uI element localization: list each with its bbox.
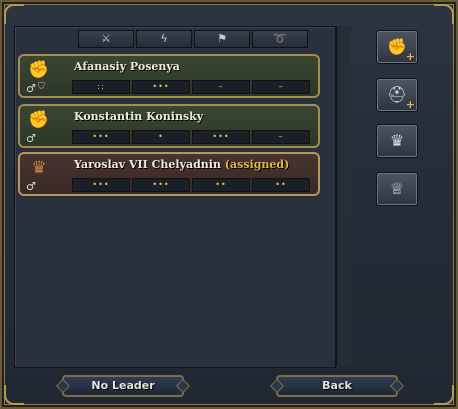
frame-corner [4, 385, 24, 405]
leader-name: Konstantin Koninsky [74, 110, 203, 123]
assigned-label: (assigned) [224, 158, 290, 171]
leader-stats: :: ••• – – [72, 80, 312, 94]
frame-corner [434, 385, 454, 405]
heir-leader-icon: ♕ [389, 179, 405, 198]
plus-icon: + [405, 50, 415, 63]
plus-icon: + [405, 98, 415, 111]
stat-siege: – [252, 80, 310, 94]
back-button[interactable]: Back [276, 375, 398, 397]
crown-gauntlet-icon: ♛ [31, 158, 47, 178]
flag-star-icon[interactable]: ⚑ [194, 30, 250, 48]
frame-corner [434, 4, 454, 24]
stat-shock: • [132, 130, 190, 144]
leader-row[interactable]: ✊ ♂ ⛉ Afanasiy Posenya :: ••• – – [18, 54, 320, 98]
heir-leader-button[interactable]: ♕ [376, 172, 418, 206]
leader-name-text: Konstantin Koninsky [74, 110, 204, 123]
male-icon: ♂ [26, 132, 36, 145]
recruit-general-button[interactable]: ✊ + [376, 30, 418, 64]
ruler-leader-button[interactable]: ♛ [376, 124, 418, 158]
gauntlet-icon: ✊ [28, 110, 50, 130]
male-icon: ♂ [26, 82, 36, 95]
no-leader-button[interactable]: No Leader [62, 375, 184, 397]
stat-column-header: ⚔ ϟ ⚑ ➰ [78, 30, 310, 48]
stat-siege: •• [252, 178, 310, 192]
leader-row-assigned[interactable]: ♛ ♂ Yaroslav VII Chelyadnin (assigned) •… [18, 152, 320, 196]
horn-icon[interactable]: ➰ [252, 30, 308, 48]
stat-manuever: ••• [192, 130, 250, 144]
leader-list-scrollbar[interactable] [336, 26, 351, 366]
leader-name-text: Afanasiy Posenya [74, 60, 180, 73]
stat-fire: ••• [72, 178, 130, 192]
shield-badge-icon: ⛉ [38, 82, 45, 92]
leader-name-text: Yaroslav VII Chelyadnin [74, 158, 221, 171]
crossed-swords-icon[interactable]: ⚔ [78, 30, 134, 48]
leader-stats: ••• • ••• – [72, 130, 312, 144]
lightning-icon[interactable]: ϟ [136, 30, 192, 48]
gauntlet-icon: ✊ [28, 60, 50, 80]
leader-stats: ••• ••• •• •• [72, 178, 312, 192]
no-leader-label: No Leader [91, 379, 155, 392]
stat-siege: – [252, 130, 310, 144]
male-icon: ♂ [26, 180, 36, 193]
leader-row[interactable]: ✊ ♂ Konstantin Koninsky ••• • ••• – [18, 104, 320, 148]
stat-manuever: – [192, 80, 250, 94]
ruler-leader-icon: ♛ [389, 131, 405, 150]
recruit-general-icon: ✊ [387, 37, 407, 56]
stat-fire: :: [72, 80, 130, 94]
back-label: Back [322, 379, 352, 392]
frame-corner [4, 4, 24, 24]
leader-name: Afanasiy Posenya [74, 60, 180, 73]
recruit-admiral-icon: ⛑ [386, 85, 408, 104]
stat-shock: ••• [132, 80, 190, 94]
stat-shock: ••• [132, 178, 190, 192]
stat-fire: ••• [72, 130, 130, 144]
leader-name: Yaroslav VII Chelyadnin (assigned) [74, 158, 289, 171]
recruit-admiral-button[interactable]: ⛑ + [376, 78, 418, 112]
stat-manuever: •• [192, 178, 250, 192]
